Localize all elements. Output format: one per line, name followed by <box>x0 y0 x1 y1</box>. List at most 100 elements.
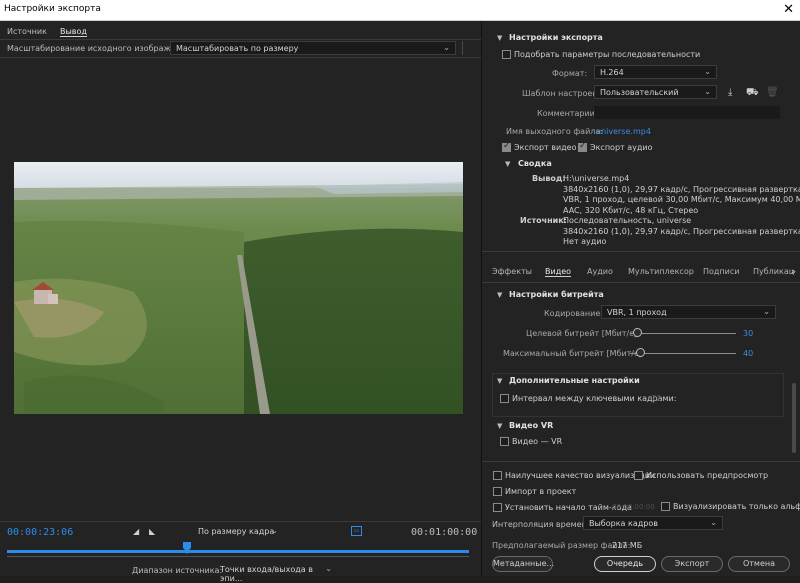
tab-output[interactable]: Вывод <box>60 27 87 37</box>
collapse-triangle-icon[interactable]: ▼ <box>497 377 502 385</box>
interp-dropdown[interactable]: Выборка кадров ⌄ <box>583 516 723 530</box>
bitrate-title: Настройки битрейта <box>509 290 604 299</box>
summary-line: VBR, 1 проход, целевой 30,00 Мбит/с, Мак… <box>563 195 800 204</box>
set-timecode-value[interactable]: 00:00:00:00 <box>612 503 655 511</box>
collapse-triangle-icon[interactable]: ▼ <box>497 34 502 42</box>
target-bitrate-slider[interactable] <box>633 328 643 337</box>
collapse-triangle-icon[interactable]: ▼ <box>497 291 502 299</box>
collapse-triangle-icon[interactable]: ▼ <box>505 160 510 168</box>
max-bitrate-track[interactable] <box>630 353 736 354</box>
summary-line: Нет аудио <box>563 237 607 246</box>
mark-in-icon[interactable]: ◢ <box>133 527 139 536</box>
target-bitrate-track[interactable] <box>630 333 736 334</box>
export-audio-label: Экспорт аудио <box>590 143 653 152</box>
cancel-button[interactable]: Отмена <box>728 556 790 572</box>
chevron-down-icon: ⌄ <box>710 518 717 527</box>
summary-line: H:\universe.mp4 <box>563 174 630 183</box>
fit-value: По размеру кадра <box>198 527 275 536</box>
chevron-down-icon: ⌄ <box>704 87 711 96</box>
tab-effects[interactable]: Эффекты <box>492 267 532 276</box>
scrollbar[interactable] <box>792 383 796 453</box>
target-bitrate-value[interactable]: 30 <box>743 329 753 338</box>
aerial-forest-image <box>14 162 463 414</box>
range-dropdown[interactable]: Точки входа/выхода в эпи... ⌄ <box>215 563 337 583</box>
playhead[interactable] <box>183 542 192 554</box>
video-preview <box>14 162 463 414</box>
summary-line: 3840x2160 (1,0), 29,97 кадр/с, Прогресси… <box>563 226 800 236</box>
tab-divider <box>0 39 481 40</box>
filesize-label: Предполагаемый размер файла: <box>492 541 631 550</box>
export-button[interactable]: Экспорт <box>661 556 723 572</box>
fit-dropdown[interactable]: По размеру кадра ⌄ <box>193 525 283 539</box>
interp-label: Интерполяция времени: <box>492 520 595 529</box>
queue-button[interactable]: Очередь <box>594 556 656 572</box>
scaling-dropdown[interactable]: Масштабировать по размеру ⌄ <box>170 41 456 55</box>
max-quality-checkbox[interactable] <box>493 471 502 480</box>
chevron-down-icon: ⌄ <box>443 43 450 52</box>
timeline-bar[interactable] <box>7 550 469 553</box>
keyframe-value[interactable]: 72 <box>651 394 661 403</box>
vr-title: Видео VR <box>509 421 554 430</box>
divider <box>462 41 463 55</box>
settings-tabs: Эффекты Видео Аудио Мультиплексор Подпис… <box>482 267 800 281</box>
mark-out-icon[interactable]: ◣ <box>149 527 155 536</box>
keyframe-checkbox[interactable] <box>500 394 509 403</box>
preset-dropdown[interactable]: Пользовательский ⌄ <box>594 85 717 99</box>
current-timecode[interactable]: 00:00:23:06 <box>7 527 73 538</box>
chevron-down-icon: ⌄ <box>763 307 770 316</box>
preview-panel: Источник Вывод Масштабирование исходного… <box>0 21 481 583</box>
range-value: Точки входа/выхода в эпи... <box>220 565 313 583</box>
interp-value: Выборка кадров <box>589 519 658 528</box>
tab-publish[interactable]: Публикац <box>753 267 794 276</box>
divider <box>482 461 800 462</box>
range-label: Диапазон источника: <box>132 566 223 575</box>
tab-multiplexer[interactable]: Мультиплексор <box>628 267 694 276</box>
tab-audio[interactable]: Аудио <box>587 267 613 276</box>
import-checkbox[interactable] <box>493 487 502 496</box>
divider <box>482 282 800 283</box>
summary-line: 3840x2160 (1,0), 29,97 кадр/с, Прогресси… <box>563 184 800 194</box>
max-bitrate-slider[interactable] <box>635 348 645 357</box>
alpha-only-label: Визуализировать только альфа-кана <box>673 502 800 511</box>
safe-margins-icon[interactable]: ▭ <box>351 526 362 536</box>
comments-input[interactable] <box>594 106 780 119</box>
vr-checkbox[interactable] <box>500 437 509 446</box>
summary-source-label: Источник: <box>520 216 567 225</box>
summary-source-text: Последовательность, universe 3840x2160 (… <box>563 216 800 248</box>
encoding-label: Кодирование: <box>544 309 603 318</box>
summary-title: Сводка <box>518 159 552 168</box>
export-video-checkbox[interactable] <box>502 141 511 152</box>
encoding-dropdown[interactable]: VBR, 1 проход ⌄ <box>601 305 776 319</box>
title-bar: Настройки экспорта ✕ <box>0 0 800 21</box>
window-title: Настройки экспорта <box>4 4 101 14</box>
import-preset-icon[interactable]: ⛟ <box>746 87 759 100</box>
more-tabs-icon[interactable]: » <box>791 267 796 276</box>
advanced-title: Дополнительные настройки <box>509 376 640 385</box>
max-bitrate-value[interactable]: 40 <box>743 349 753 358</box>
chevron-down-icon: ⌄ <box>704 67 711 76</box>
use-previews-checkbox[interactable] <box>634 471 643 480</box>
max-bitrate-label: Максимальный битрейт [Мбит/с]: <box>503 349 645 358</box>
export-audio-checkbox[interactable] <box>578 141 587 152</box>
set-timecode-checkbox[interactable] <box>493 503 502 512</box>
save-preset-icon[interactable]: ⤓ <box>728 87 732 98</box>
summary-output-text: H:\universe.mp4 3840x2160 (1,0), 29,97 к… <box>563 174 800 216</box>
delete-preset-icon[interactable]: 🗑 <box>766 87 779 98</box>
tab-captions[interactable]: Подписи <box>703 267 739 276</box>
metadata-button[interactable]: Метаданные... <box>492 556 554 572</box>
collapse-triangle-icon[interactable]: ▼ <box>497 422 502 430</box>
encoding-value: VBR, 1 проход <box>607 308 667 317</box>
format-dropdown[interactable]: H.264 ⌄ <box>594 65 717 79</box>
scaling-label: Масштабирование исходного изображения: <box>7 44 194 53</box>
preset-label: Шаблон настроек: <box>522 89 600 98</box>
summary-line: AAC, 320 Кбит/с, 48 кГц, Стерео <box>563 205 699 215</box>
alpha-only-checkbox[interactable] <box>661 502 670 511</box>
tab-video[interactable]: Видео <box>545 267 572 277</box>
output-name-link[interactable]: universe.mp4 <box>596 127 651 136</box>
export-settings-title: Настройки экспорта <box>509 33 603 42</box>
close-icon[interactable]: ✕ <box>783 2 794 17</box>
match-sequence-checkbox[interactable] <box>502 50 511 59</box>
chevron-down-icon: ⌄ <box>271 526 278 535</box>
tab-source[interactable]: Источник <box>7 27 47 36</box>
timeline-baseline <box>7 556 469 557</box>
